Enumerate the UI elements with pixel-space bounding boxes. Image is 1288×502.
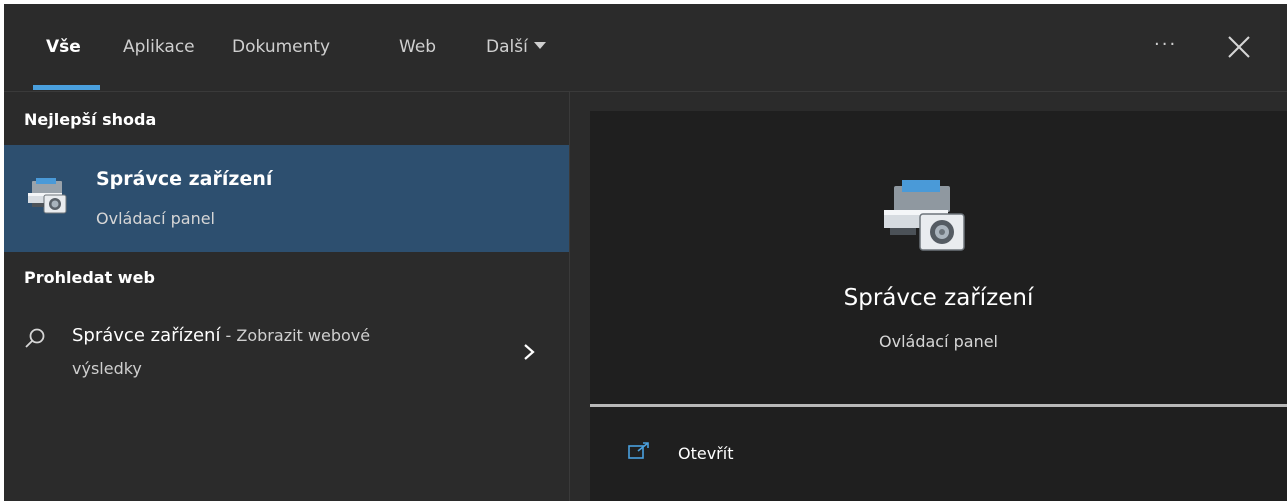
- tab-more-label: Další: [486, 37, 528, 57]
- results-pane: Nejlepší shoda Správce zařízení Ovládací…: [4, 92, 569, 501]
- search-icon: [25, 328, 45, 348]
- best-match-title: Správce zařízení: [96, 168, 273, 190]
- web-result-line1: Správce zařízení - Zobrazit webové: [72, 325, 472, 346]
- tab-more-dropdown[interactable]: Další: [486, 37, 546, 57]
- pane-divider: [569, 92, 570, 501]
- best-match-heading: Nejlepší shoda: [24, 110, 157, 129]
- detail-subtitle: Ovládací panel: [879, 332, 998, 351]
- device-manager-icon: [28, 178, 67, 214]
- open-action[interactable]: Otevřít: [590, 407, 1287, 501]
- detail-pane: Správce zařízení Ovládací panel Otevřít: [590, 111, 1287, 501]
- tab-apps[interactable]: Aplikace: [123, 37, 195, 57]
- tab-all[interactable]: Vše: [46, 37, 81, 57]
- open-external-icon: [628, 442, 649, 459]
- device-manager-icon: [884, 180, 965, 251]
- tab-web[interactable]: Web: [399, 37, 436, 57]
- more-options-button[interactable]: ···: [1154, 34, 1177, 55]
- web-result-line2: výsledky: [72, 359, 142, 378]
- search-window: Vše Aplikace Dokumenty Web Další ··· Nej…: [4, 4, 1287, 501]
- web-result-query: Správce zařízení: [72, 325, 221, 346]
- web-search-result[interactable]: Správce zařízení - Zobrazit webové výsle…: [4, 311, 569, 391]
- tab-documents[interactable]: Dokumenty: [232, 37, 330, 57]
- active-tab-indicator: [33, 85, 100, 90]
- tab-bar: Vše Aplikace Dokumenty Web Další ···: [4, 4, 1287, 92]
- best-match-item[interactable]: Správce zařízení Ovládací panel: [4, 145, 569, 252]
- web-search-heading: Prohledat web: [24, 268, 155, 287]
- open-action-label: Otevřít: [678, 444, 734, 463]
- best-match-subtitle: Ovládací panel: [96, 209, 215, 228]
- web-result-suffix: - Zobrazit webové: [220, 326, 371, 345]
- close-icon[interactable]: [1226, 34, 1252, 60]
- chevron-right-icon[interactable]: [522, 343, 536, 361]
- detail-title: Správce zařízení: [843, 285, 1034, 311]
- caret-down-icon: [533, 41, 546, 49]
